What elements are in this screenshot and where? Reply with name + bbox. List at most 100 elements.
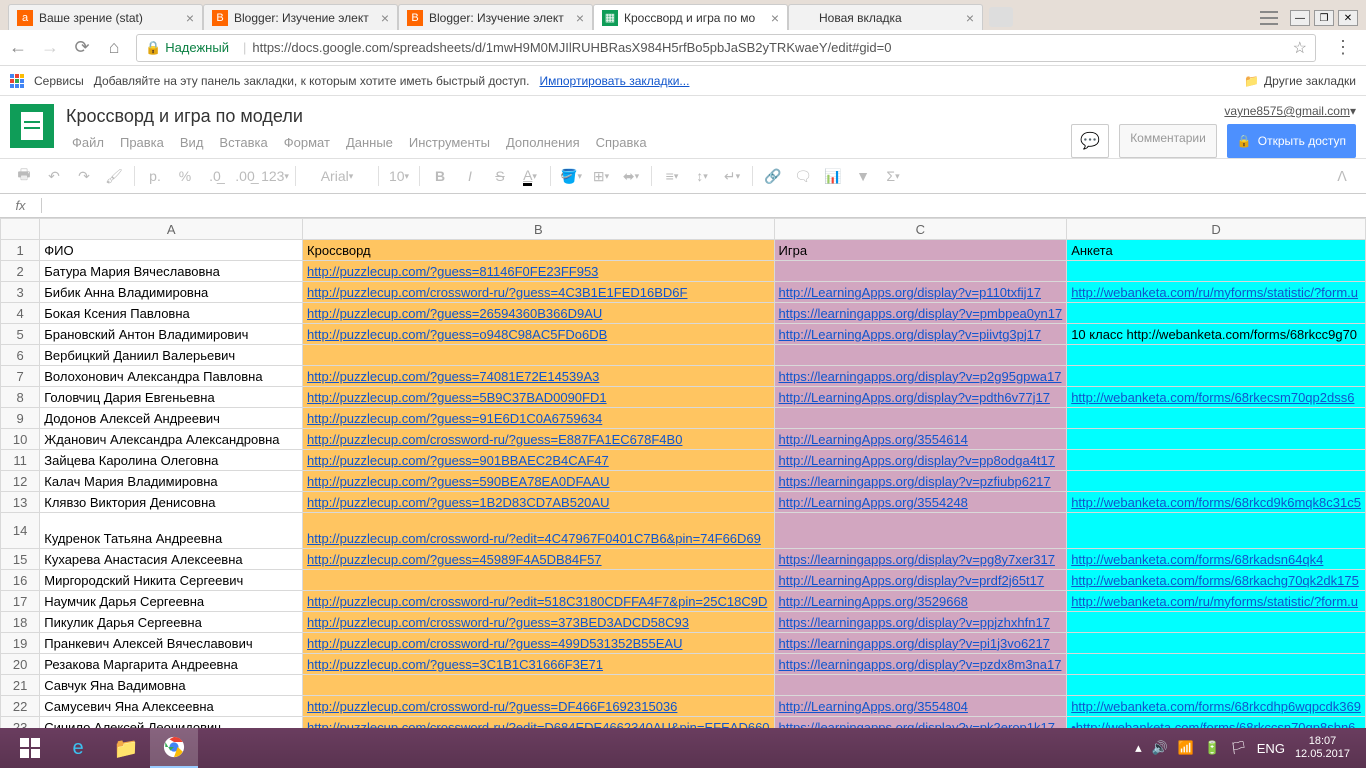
link-icon[interactable]: 🔗 [759,163,787,189]
cell[interactable]: http://puzzlecup.com/crossword-ru/?guess… [303,612,774,633]
cell[interactable] [1067,471,1366,492]
number-format[interactable]: 123 [261,163,289,189]
cell-link[interactable]: http://puzzlecup.com/crossword-ru/?edit=… [307,594,767,609]
window-close[interactable]: ✕ [1338,10,1358,26]
row-header[interactable]: 14 [1,513,40,549]
chrome-menu-icon[interactable]: ⋮ [1328,37,1358,58]
bookmark-star-icon[interactable]: ☆ [1293,38,1307,58]
cell[interactable]: http://webanketa.com/ru/myforms/statisti… [1067,282,1366,303]
cell-link[interactable]: http://webanketa.com/ru/myforms/statisti… [1071,285,1358,300]
profile-icon[interactable] [1260,11,1278,25]
filter-icon[interactable]: ▼ [849,163,877,189]
cell[interactable] [774,345,1067,366]
row-header[interactable]: 11 [1,450,40,471]
cell[interactable]: http://puzzlecup.com/crossword-ru/?guess… [303,282,774,303]
cell[interactable]: Савчук Яна Вадимовна [40,675,303,696]
cell-link[interactable]: http://puzzlecup.com/?guess=1B2D83CD7AB5… [307,495,609,510]
cell[interactable]: 10 класс http://webanketa.com/forms/68rk… [1067,324,1366,345]
close-icon[interactable]: × [381,10,389,26]
cell[interactable]: http://puzzlecup.com/?guess=74081E72E145… [303,366,774,387]
select-all-corner[interactable] [1,219,40,240]
menu-help[interactable]: Справка [590,131,653,154]
flag-icon[interactable]: 🏳 [1230,740,1247,756]
row-header[interactable]: 9 [1,408,40,429]
sheets-logo-icon[interactable] [10,104,54,148]
cell[interactable]: http://LearningApps.org/display?v=p110tx… [774,282,1067,303]
cell[interactable] [1067,429,1366,450]
clock[interactable]: 18:07 12.05.2017 [1295,735,1350,761]
cell-link[interactable]: http://puzzlecup.com/crossword-ru/?guess… [307,636,682,651]
cell-link[interactable]: http://puzzlecup.com/?guess=45989F4A5DB8… [307,552,602,567]
cell-link[interactable]: http://LearningApps.org/display?v=p110tx… [779,285,1041,300]
apps-icon[interactable] [10,74,24,88]
start-button[interactable] [6,728,54,768]
cell[interactable]: Миргородский Никита Сергеевич [40,570,303,591]
cell[interactable]: Головчиц Дария Евгеньевна [40,387,303,408]
cell[interactable]: Жданович Александра Александровна [40,429,303,450]
browser-tab[interactable]: B Blogger: Изучение элект × [203,4,398,30]
cell-link[interactable]: http://webanketa.com/forms/68rkecsm70qp2… [1071,390,1354,405]
cell[interactable]: Брановский Антон Владимирович [40,324,303,345]
other-bookmarks[interactable]: 📁 Другие закладки [1244,74,1356,88]
cell[interactable] [774,675,1067,696]
taskbar-chrome-icon[interactable] [150,728,198,768]
cell[interactable]: http://webanketa.com/forms/68rkachg70qk2… [1067,570,1366,591]
row-header[interactable]: 1 [1,240,40,261]
cell[interactable]: http://puzzlecup.com/?guess=5B9C37BAD009… [303,387,774,408]
browser-tab[interactable]: B Blogger: Изучение элект × [398,4,593,30]
font-size[interactable]: 10 [385,163,413,189]
cell[interactable]: http://webanketa.com/forms/68rkcdhp6wqpc… [1067,696,1366,717]
cell-link[interactable]: http://puzzlecup.com/?guess=81146F0FE23F… [307,264,598,279]
cell[interactable]: Батура Мария Вячеславовна [40,261,303,282]
apps-label[interactable]: Сервисы [34,74,84,88]
row-header[interactable]: 4 [1,303,40,324]
italic-button[interactable]: I [456,163,484,189]
cell[interactable]: http://LearningApps.org/display?v=prdf2j… [774,570,1067,591]
cell-link[interactable]: http://webanketa.com/forms/68rkadsn64qk4 [1071,552,1323,567]
cell[interactable]: Вербицкий Даниил Валерьевич [40,345,303,366]
cell[interactable] [303,675,774,696]
cell[interactable]: http://LearningApps.org/3554614 [774,429,1067,450]
cell-link[interactable]: https://learningapps.org/display?v=pi1j3… [779,636,1050,651]
cell[interactable]: Зайцева Каролина Олеговна [40,450,303,471]
cell[interactable]: http://webanketa.com/forms/68rkecsm70qp2… [1067,387,1366,408]
row-header[interactable]: 3 [1,282,40,303]
menu-addons[interactable]: Дополнения [500,131,586,154]
menu-format[interactable]: Формат [278,131,336,154]
user-email[interactable]: vayne8575@gmail.com [1224,104,1356,118]
cell[interactable] [1067,303,1366,324]
cell[interactable]: Пикулик Дарья Сергеевна [40,612,303,633]
cell-link[interactable]: http://puzzlecup.com/crossword-ru/?guess… [307,285,687,300]
cell-link[interactable]: http://puzzlecup.com/?guess=901BBAEC2B4C… [307,453,609,468]
cell[interactable]: http://puzzlecup.com/crossword-ru/?guess… [303,696,774,717]
forward-button[interactable]: → [40,38,60,58]
cell-link[interactable]: http://LearningApps.org/3554614 [779,432,968,447]
cell[interactable]: Резакова Маргарита Андреевна [40,654,303,675]
cell-link[interactable]: http://puzzlecup.com/crossword-ru/?guess… [307,432,682,447]
redo-icon[interactable]: ↷ [70,163,98,189]
cell-link[interactable]: http://LearningApps.org/display?v=pp8odg… [779,453,1055,468]
taskbar-ie-icon[interactable]: e [54,728,102,768]
menu-insert[interactable]: Вставка [213,131,273,154]
cell-link[interactable]: http://LearningApps.org/3529668 [779,594,968,609]
reload-button[interactable]: ⟳ [72,38,92,58]
spreadsheet-grid[interactable]: A B C D 1 ФИО Кроссворд Игра Анкета 2Бат… [0,218,1366,738]
cell[interactable]: Анкета [1067,240,1366,261]
decrease-decimal[interactable]: .0̲ [201,163,229,189]
col-header[interactable]: C [774,219,1067,240]
cell-link[interactable]: http://puzzlecup.com/?guess=o948C98AC5FD… [307,327,607,342]
cell[interactable] [1067,633,1366,654]
bold-button[interactable]: B [426,163,454,189]
cell[interactable]: http://LearningApps.org/display?v=pp8odg… [774,450,1067,471]
borders-icon[interactable]: ⊞ [587,163,615,189]
cell-link[interactable]: https://learningapps.org/display?v=pzdx8… [779,657,1062,672]
cell-link[interactable]: http://webanketa.com/ru/myforms/statisti… [1071,594,1358,609]
cell-link[interactable]: http://puzzlecup.com/?guess=74081E72E145… [307,369,599,384]
cell[interactable]: Кроссворд [303,240,774,261]
close-icon[interactable]: × [771,10,779,26]
cell[interactable]: http://puzzlecup.com/?guess=45989F4A5DB8… [303,549,774,570]
cell-link[interactable]: http://puzzlecup.com/?guess=590BEA78EA0D… [307,474,609,489]
cell[interactable] [1067,612,1366,633]
cell[interactable]: Игра [774,240,1067,261]
cell-link[interactable]: http://puzzlecup.com/crossword-ru/?edit=… [307,531,761,546]
